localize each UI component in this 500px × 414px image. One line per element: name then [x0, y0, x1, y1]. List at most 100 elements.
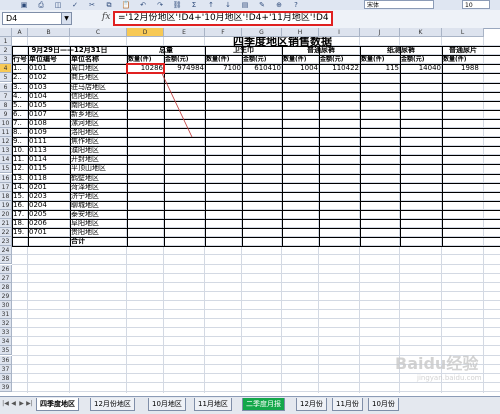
sort-asc-icon[interactable]: ↑	[207, 1, 215, 9]
cell-value[interactable]: 1004	[283, 64, 318, 73]
chart-icon[interactable]: ▤	[241, 1, 249, 9]
cell-unit-name[interactable]: 焦作地区	[71, 137, 126, 146]
row-header-23[interactable]: 23	[0, 237, 12, 247]
row-header-7[interactable]: 7	[0, 91, 12, 101]
cell-unit-name[interactable]: 南阳地区	[71, 101, 126, 110]
cell-unit-code[interactable]: 0205	[29, 210, 69, 219]
column-header-g[interactable]: G	[242, 28, 282, 37]
row-header-4[interactable]: 4	[0, 64, 12, 74]
cell-unit-code[interactable]: 0111	[29, 137, 69, 146]
cell-unit-code[interactable]: 0115	[29, 164, 69, 173]
row-header-33[interactable]: 33	[0, 328, 12, 338]
header-qty5[interactable]: 数量(件)	[443, 55, 483, 64]
row-header-29[interactable]: 29	[0, 291, 12, 301]
sheet-tab[interactable]: 12月份地区	[90, 398, 135, 411]
sort-desc-icon[interactable]: ↓	[224, 1, 232, 9]
row-header-27[interactable]: 27	[0, 273, 12, 283]
zoom-icon[interactable]: ⊕	[275, 1, 283, 9]
row-header-25[interactable]: 25	[0, 255, 12, 265]
header-qty2[interactable]: 数量(件)	[206, 55, 241, 64]
cell-value[interactable]: 610410	[243, 64, 281, 73]
row-header-2[interactable]: 2	[0, 46, 12, 56]
cell-unit-name[interactable]: 商丘地区	[71, 73, 126, 82]
cell-unit-name[interactable]: 济宁地区	[71, 192, 126, 201]
font-size-select[interactable]: 10	[462, 0, 490, 9]
header-qty3[interactable]: 数量(件)	[283, 55, 318, 64]
spell-icon[interactable]: ✓	[71, 1, 79, 9]
redo-icon[interactable]: ↷	[156, 1, 164, 9]
row-header-30[interactable]: 30	[0, 300, 12, 310]
row-header-17[interactable]: 17	[0, 182, 12, 192]
cell-unit-name[interactable]: 周口地区	[71, 64, 126, 73]
paste-icon[interactable]: 📋	[122, 1, 131, 9]
sum-icon[interactable]: Σ	[190, 1, 198, 9]
row-header-19[interactable]: 19	[0, 200, 12, 210]
cell-value[interactable]: 14040	[401, 64, 441, 73]
cell-value[interactable]: 110422	[320, 64, 359, 73]
cell-unit-code[interactable]: 0103	[29, 83, 69, 92]
row-header-24[interactable]: 24	[0, 246, 12, 256]
group-header[interactable]: 普通尿片	[443, 46, 483, 55]
function-icon[interactable]: fx	[102, 12, 110, 22]
cell-unit-name[interactable]: 洛阳地区	[71, 128, 126, 137]
cell-row-no[interactable]: 8..	[13, 128, 27, 137]
cell-unit-code[interactable]: 0102	[29, 73, 69, 82]
preview-icon[interactable]: ◫	[54, 1, 62, 9]
cell-unit-name[interactable]: 贵阳地区	[71, 228, 126, 237]
cell-unit-code[interactable]: 0204	[29, 201, 69, 210]
row-header-14[interactable]: 14	[0, 155, 12, 165]
sheet-tab[interactable]: 11月份	[332, 398, 363, 411]
next-sheet-icon[interactable]: ▶	[18, 400, 25, 408]
cell-value[interactable]: 1988 2	[443, 64, 483, 73]
cell-unit-code[interactable]: 0118	[29, 174, 69, 183]
row-header-13[interactable]: 13	[0, 146, 12, 156]
column-header-c[interactable]: C	[70, 28, 127, 37]
header-amt1[interactable]: 金额(元)	[165, 55, 204, 64]
first-sheet-icon[interactable]: |◀	[2, 400, 9, 408]
cell-unit-name[interactable]: 菏泽地区	[71, 183, 126, 192]
select-all-corner[interactable]	[0, 28, 12, 37]
row-header-6[interactable]: 6	[0, 82, 12, 92]
cell-unit-code[interactable]: 0114	[29, 155, 69, 164]
column-header-j[interactable]: J	[360, 28, 400, 37]
row-header-5[interactable]: 5	[0, 73, 12, 83]
cell-unit-name[interactable]: 新乡地区	[71, 110, 126, 119]
cell-unit-code[interactable]: 0107	[29, 110, 69, 119]
cell-unit-code[interactable]: 0206	[29, 219, 69, 228]
cell-row-no[interactable]: 19.	[13, 228, 27, 237]
cell-row-no[interactable]: 1..	[13, 64, 27, 73]
cell-row-no[interactable]: 2..	[13, 73, 27, 82]
cell-row-no[interactable]: 3..	[13, 83, 27, 92]
column-header-f[interactable]: F	[205, 28, 242, 37]
prev-sheet-icon[interactable]: ◀	[10, 400, 17, 408]
row-header-35[interactable]: 35	[0, 346, 12, 356]
row-header-9[interactable]: 9	[0, 109, 12, 119]
font-name-select[interactable]: 宋体	[364, 0, 434, 9]
row-header-39[interactable]: 39	[0, 382, 12, 392]
cell-row-no[interactable]: 17.	[13, 210, 27, 219]
row-header-16[interactable]: 16	[0, 173, 12, 183]
sheet-tab[interactable]: 四季度地区	[36, 398, 79, 411]
cell-unit-code[interactable]: 0109	[29, 128, 69, 137]
undo-icon[interactable]: ↶	[139, 1, 147, 9]
column-header-d[interactable]: D	[127, 28, 164, 37]
cell-row-no[interactable]: 16.	[13, 201, 27, 210]
cell-unit-code[interactable]: 0108	[29, 119, 69, 128]
cell-row-no[interactable]: 10.	[13, 146, 27, 155]
row-header-1[interactable]: 1	[0, 37, 12, 47]
cell-unit-code[interactable]: 0101	[29, 64, 69, 73]
header-row-no[interactable]: 行号	[13, 55, 27, 64]
copy-icon[interactable]: ⧉	[105, 1, 113, 9]
cell-value[interactable]: 7100	[206, 64, 241, 73]
column-header-a[interactable]: A	[12, 28, 28, 37]
cell-row-no[interactable]: 15.	[13, 192, 27, 201]
cell-value[interactable]: 974984	[165, 64, 204, 73]
column-header-i[interactable]: I	[319, 28, 360, 37]
row-header-31[interactable]: 31	[0, 310, 12, 320]
row-header-22[interactable]: 22	[0, 228, 12, 238]
help-icon[interactable]: ?	[292, 1, 300, 9]
cell-row-no[interactable]: 11.	[13, 155, 27, 164]
sheet-tab[interactable]: 10月地区	[148, 398, 186, 411]
row-header-18[interactable]: 18	[0, 191, 12, 201]
name-box[interactable]: D4 ▼	[2, 12, 72, 25]
